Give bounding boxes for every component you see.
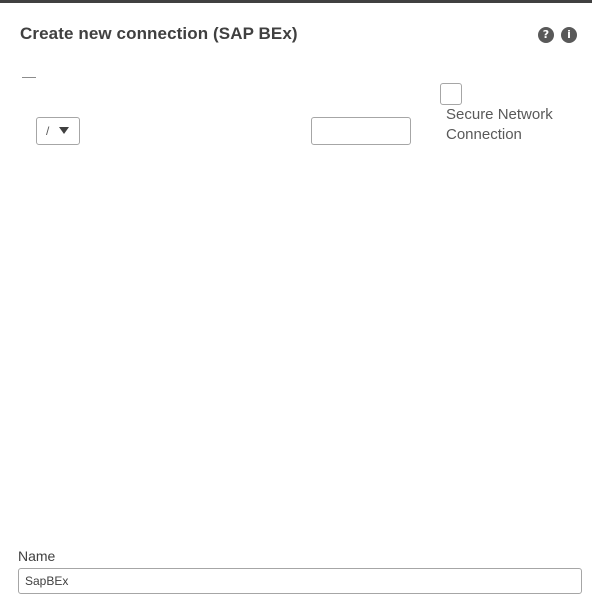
connection-type-value: /: [46, 124, 50, 138]
secure-network-label: Secure Network Connection: [446, 106, 553, 143]
name-input[interactable]: [18, 568, 582, 594]
chevron-down-icon: [59, 127, 69, 134]
help-icon[interactable]: ?: [538, 27, 554, 43]
secure-network-checkbox[interactable]: [440, 83, 462, 105]
section-indicator: [22, 77, 36, 78]
dialog-title: Create new connection (SAP BEx): [20, 24, 298, 43]
connection-type-select[interactable]: /: [36, 117, 80, 145]
name-label: Name: [18, 548, 56, 564]
connection-text-input[interactable]: [311, 117, 411, 145]
info-icon[interactable]: i: [561, 27, 577, 43]
create-connection-dialog: Create new connection (SAP BEx) ? i / Se…: [0, 0, 592, 598]
